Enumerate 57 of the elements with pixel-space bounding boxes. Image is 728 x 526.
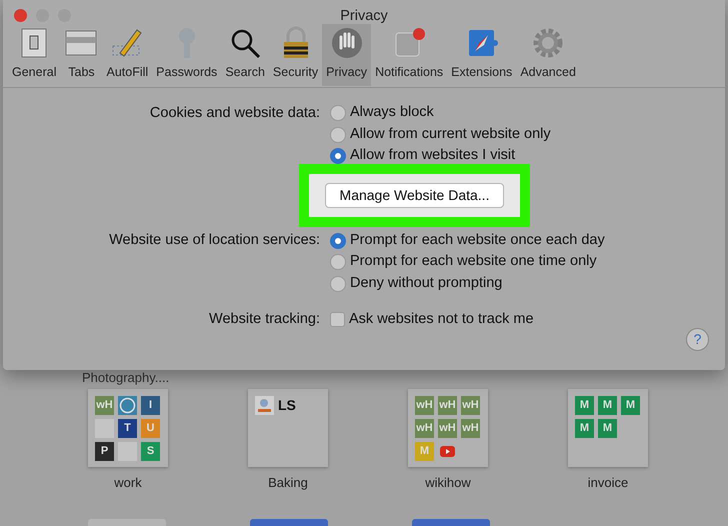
radio-option[interactable]: Prompt for each website one time only	[330, 252, 605, 273]
toolbar-tab[interactable]: Tabs	[60, 24, 102, 86]
radio-option[interactable]: Allow from current website only	[330, 124, 551, 146]
radio-button[interactable]	[330, 254, 346, 270]
checkbox[interactable]	[330, 312, 345, 328]
hand-icon	[330, 26, 364, 60]
tile-label: invoice	[586, 474, 630, 492]
favicon: wH	[95, 396, 114, 415]
radio-button[interactable]	[330, 276, 346, 292]
favicon: U	[141, 419, 160, 438]
favicon: M	[598, 419, 617, 438]
favicon: wH	[415, 396, 434, 415]
favicon: M	[621, 396, 640, 415]
close-button[interactable]	[14, 9, 27, 22]
toolbar-tab[interactable]: AutoFill	[102, 24, 152, 86]
radio-option[interactable]: Always block	[330, 102, 551, 124]
favicon-text: LS	[278, 396, 296, 415]
toolbar-tab[interactable]: Passwords	[152, 24, 222, 86]
section-title: Photography....	[82, 371, 170, 385]
toolbar-tab[interactable]: Extensions	[447, 24, 516, 86]
setting-label: Website use of location services:	[109, 232, 320, 248]
manage-website-data-button[interactable]: Manage Website Data...	[324, 183, 504, 208]
favicon: M	[598, 396, 617, 415]
gear-icon	[531, 26, 566, 60]
setting-label: Cookies and website data:	[150, 104, 320, 120]
toolbar-tab[interactable]: Advanced	[516, 24, 580, 86]
window-title: Privacy	[340, 8, 388, 24]
favicon: T	[118, 419, 137, 438]
site-tile[interactable]: LS	[248, 389, 328, 467]
tile-label: wikihow	[424, 474, 472, 492]
toolbar-tab[interactable]: Search	[221, 24, 269, 86]
toolbar-tab[interactable]: Notifications	[371, 24, 448, 86]
favicon: P	[95, 442, 114, 461]
toolbar-tab[interactable]: Security	[268, 24, 322, 86]
radio-button[interactable]	[330, 126, 346, 143]
favicon: S	[141, 442, 160, 461]
tile-label: work	[113, 474, 143, 492]
favicon: wH	[461, 419, 480, 438]
favicon: M	[575, 396, 594, 415]
favicon: wH	[415, 419, 434, 438]
setting-label: Website tracking:	[209, 311, 320, 327]
radio-button[interactable]	[330, 105, 346, 122]
favicon: wH	[438, 419, 457, 438]
favicon: wH	[438, 396, 457, 415]
toolbar-tab[interactable]: General	[8, 24, 60, 86]
radio-option[interactable]: Prompt for each website once each day	[330, 230, 605, 252]
tile-label: Baking	[267, 474, 309, 492]
toolbar-tab[interactable]: Privacy	[322, 24, 372, 86]
favicon: I	[141, 396, 160, 415]
radio-button[interactable]	[330, 148, 346, 164]
radio-option[interactable]: Deny without prompting	[330, 273, 605, 294]
site-tile[interactable]: wH I T U P S	[88, 389, 168, 467]
radio-button[interactable]	[330, 232, 346, 249]
favicon: M	[415, 442, 434, 461]
checkbox-option[interactable]: Ask websites not to track me	[330, 309, 534, 330]
favicon: wH	[461, 396, 480, 415]
favicon: M	[575, 419, 594, 438]
